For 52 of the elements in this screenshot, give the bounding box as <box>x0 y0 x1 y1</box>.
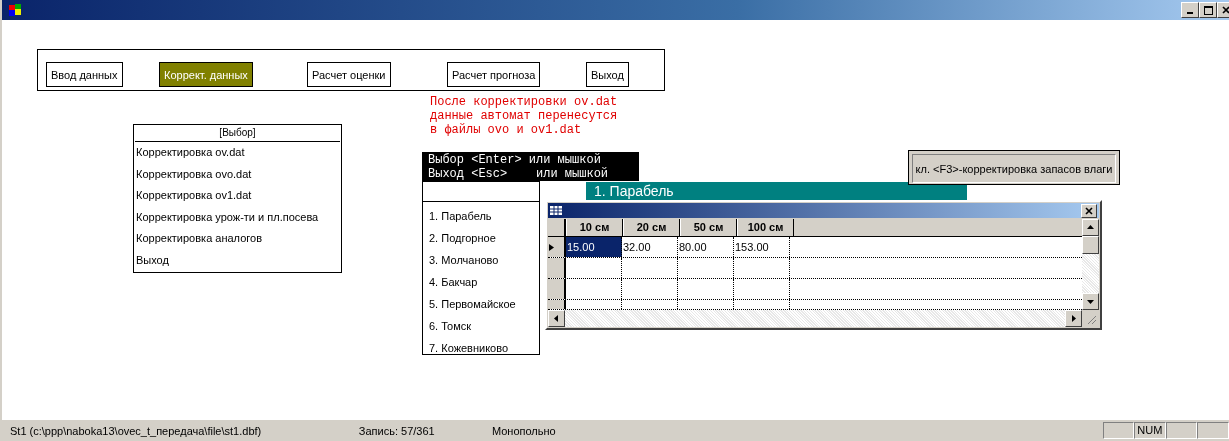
station-item[interactable]: 4. Бакчар <box>423 271 539 293</box>
minimize-button[interactable] <box>1181 2 1199 18</box>
status-panel <box>1197 422 1229 439</box>
table-cell: 153.00 <box>734 237 790 257</box>
scroll-thumb[interactable] <box>1082 236 1099 254</box>
scroll-right-icon <box>1070 315 1077 322</box>
column-header: 10 см <box>566 219 623 236</box>
menu-item[interactable]: Корректировка урож-ти и пл.посева <box>134 206 341 228</box>
column-header: 50 см <box>680 219 737 236</box>
column-header: 20 см <box>623 219 680 236</box>
f3-hint: кл. <F3>-корректировка запасов влаги <box>915 162 1113 175</box>
close-icon <box>1222 6 1229 14</box>
table-cell: 80.00 <box>678 237 734 257</box>
app-icon <box>8 3 22 17</box>
status-record: Запись: 57/361 <box>357 424 436 437</box>
status-panel <box>1165 422 1198 439</box>
menu-item[interactable]: Выход <box>134 249 341 271</box>
column-header: 100 см <box>737 219 794 236</box>
resize-grip-icon <box>1085 313 1096 324</box>
station-item[interactable]: 1. Парабель <box>423 205 539 227</box>
close-icon <box>1085 206 1093 215</box>
status-mode: Монопольно <box>490 424 557 437</box>
status-file: St1 (c:\ppp\naboka13\ovec_t_передача\file\st1.dbf) <box>9 424 263 437</box>
close-button[interactable] <box>1081 203 1097 218</box>
table-cell: 15.00 <box>566 237 622 257</box>
menu-title: [Выбор] <box>135 125 340 142</box>
toolbar-button[interactable]: Расчет оценки <box>307 62 391 87</box>
note-text: После корректировки ov.dat данные автомат перенесутся в файлы ovo и ov1.dat <box>430 95 618 137</box>
scroll-left-icon <box>553 315 560 322</box>
station-item[interactable]: 6. Томск <box>423 315 539 337</box>
toolbar-button[interactable]: Выход <box>586 62 629 87</box>
station-item[interactable]: 5. Первомайское <box>423 293 539 315</box>
toolbar-button[interactable]: Коррект. данных <box>159 62 253 87</box>
key-hint: Выбор <Enter> или мышкой Выход <Esc> или мышкой <box>422 152 639 181</box>
menu-item[interactable]: Корректировка ov.dat <box>134 142 341 164</box>
maximize-button[interactable] <box>1199 2 1217 18</box>
status-indicator: NUM <box>1134 422 1166 439</box>
status-panel <box>1102 422 1135 439</box>
toolbar-button[interactable]: Ввод данных <box>46 62 123 87</box>
scroll-up-icon <box>1087 224 1094 231</box>
menu-item[interactable]: Корректировка ov1.dat <box>134 185 341 207</box>
scroll-down-icon <box>1087 298 1094 305</box>
table-cell: 32.00 <box>622 237 678 257</box>
grid-icon <box>550 206 562 215</box>
maximize-icon <box>1203 5 1213 15</box>
station-item[interactable]: 2. Подгорное <box>423 227 539 249</box>
toolbar-button[interactable]: Расчет прогноза <box>447 62 541 87</box>
menu-item[interactable]: Корректировка ovo.dat <box>134 163 341 185</box>
station-item[interactable]: 7. Кожевниково <box>423 337 539 359</box>
menu-item[interactable]: Корректировка аналогов <box>134 228 341 250</box>
station-item[interactable]: 3. Молчаново <box>423 249 539 271</box>
station-banner: 1. Парабель <box>586 182 967 200</box>
